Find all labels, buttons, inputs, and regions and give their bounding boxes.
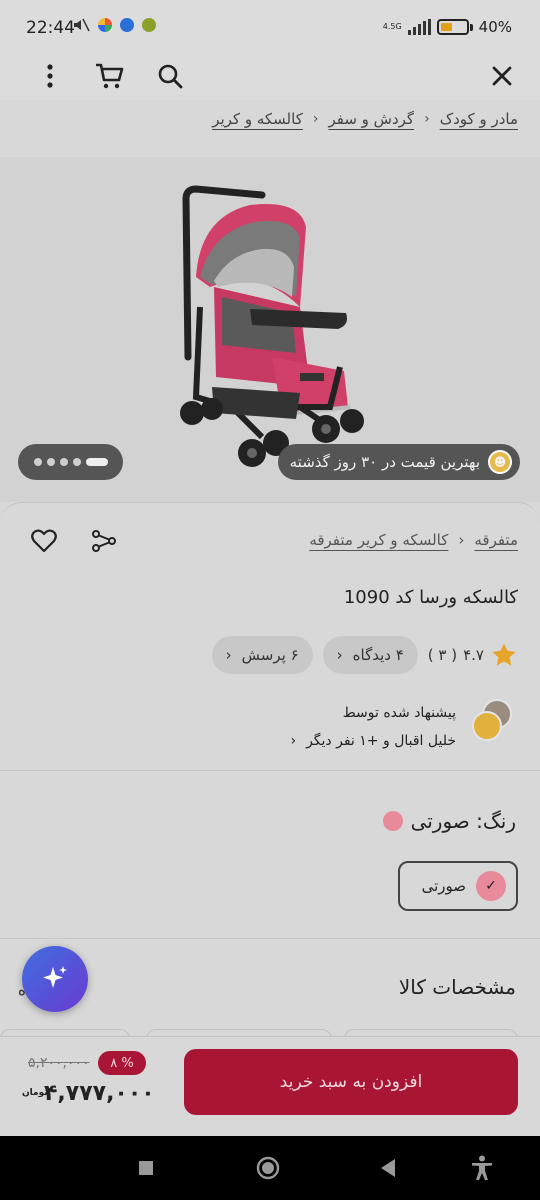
color-label: رنگ: صورتی <box>410 809 516 833</box>
discount-badge: ۸ % <box>98 1051 146 1075</box>
network-label: 4.5G <box>382 22 402 31</box>
best-price-text: بهترین قیمت در ۳۰ روز گذشته <box>289 453 480 471</box>
chevron-left-icon: ‹ <box>458 531 465 549</box>
avatar-stack <box>468 699 512 743</box>
add-to-cart-button[interactable]: افزودن به سبد خرید <box>184 1049 518 1115</box>
category-item[interactable]: کالسکه و کریر متفرقه <box>309 531 448 549</box>
recommend-title: پیشنهاد شده توسط <box>342 705 456 721</box>
square-icon <box>139 1161 153 1175</box>
recommend-text: پیشنهاد شده توسط خلیل اقبال و +۱ نفر دیگ… <box>290 699 456 755</box>
pagination-dot <box>59 458 68 466</box>
chevron-left-icon: ‹ <box>424 111 430 127</box>
breadcrumb-item[interactable]: کالسکه و کریر <box>212 110 303 128</box>
share-button[interactable] <box>88 525 120 557</box>
breadcrumb-item[interactable]: مادر و کودک <box>440 110 518 128</box>
cart-button[interactable] <box>93 60 125 92</box>
gallery-pagination <box>18 444 123 480</box>
more-vertical-icon <box>47 64 53 88</box>
divider <box>0 770 540 771</box>
battery-level: 40% <box>478 18 512 36</box>
price-value: ۴,۷۷۷,۰۰۰ <box>44 1081 155 1106</box>
category-item[interactable]: متفرقه <box>474 531 518 549</box>
share-icon <box>92 530 116 552</box>
questions-chip[interactable]: ۶ پرسش ‹ <box>211 636 313 674</box>
top-toolbar <box>0 50 540 100</box>
heart-icon <box>31 529 57 553</box>
mute-icon <box>74 18 90 32</box>
notification-icons <box>72 17 156 33</box>
status-bar: 22:44 4.5G 40% <box>0 0 540 50</box>
rating-summary[interactable]: ۴.۷ ( ۳ ) <box>428 641 518 669</box>
close-button[interactable] <box>486 60 518 92</box>
questions-chip-label: ۶ پرسش <box>241 646 299 664</box>
chevron-left-icon: ‹ <box>336 646 343 664</box>
accessibility-icon <box>472 1155 492 1180</box>
old-price: ۵,۲۰۰,۰۰۰ <box>28 1055 90 1071</box>
rating-value: ۴.۷ <box>463 646 484 664</box>
currency-label: تومان <box>22 1088 48 1098</box>
app-icon <box>120 18 134 32</box>
pagination-dot <box>46 458 55 466</box>
app-icon <box>142 18 156 32</box>
back-button[interactable] <box>372 1152 404 1184</box>
pagination-dot <box>72 458 81 466</box>
battery-icon <box>436 19 469 35</box>
search-button[interactable] <box>154 60 186 92</box>
star-icon <box>492 643 516 666</box>
chevron-left-icon: ‹ <box>290 733 297 749</box>
pagination-dot-active <box>85 458 108 466</box>
reviews-chip[interactable]: ۴ دیدگاه ‹ <box>322 636 418 674</box>
product-title: کالسکه ورسا کد 1090 <box>343 587 518 608</box>
recommend-subtitle: خلیل اقبال و +۱ نفر دیگر <box>306 733 456 749</box>
color-heading: رنگ: صورتی <box>382 809 516 833</box>
smile-face-icon: ☻ <box>488 450 512 474</box>
close-icon <box>492 66 512 86</box>
avatar <box>472 711 502 741</box>
system-nav-bar <box>0 1136 540 1200</box>
category-breadcrumb: متفرقه ‹ کالسکه و کریر متفرقه <box>309 531 518 549</box>
status-right: 4.5G 40% <box>383 18 512 36</box>
specs-title: مشخصات کالا <box>398 975 516 999</box>
favorite-button[interactable] <box>28 525 60 557</box>
best-price-badge: ☻ بهترین قیمت در ۳۰ روز گذشته <box>277 444 520 480</box>
search-icon <box>158 64 183 89</box>
home-button[interactable] <box>252 1152 284 1184</box>
cart-icon <box>96 63 124 89</box>
ai-assistant-button[interactable] <box>22 946 88 1012</box>
sparkle-icon <box>43 966 67 988</box>
home-circle-icon <box>256 1156 280 1180</box>
pagination-dot <box>33 458 42 466</box>
rating-count: ( ۳ ) <box>427 646 458 664</box>
color-swatch <box>382 811 403 831</box>
breadcrumb: مادر و کودک ‹ گردش و سفر ‹ کالسکه و کریر <box>212 110 518 128</box>
recents-button[interactable] <box>130 1152 162 1184</box>
more-button[interactable] <box>34 60 66 92</box>
recommended-by[interactable]: پیشنهاد شده توسط خلیل اقبال و +۱ نفر دیگ… <box>290 699 512 755</box>
color-option-pink[interactable]: ✓ صورتی <box>398 861 518 911</box>
clock: 22:44 <box>26 18 75 38</box>
check-icon: ✓ <box>476 871 506 901</box>
reviews-chip-label: ۴ دیدگاه <box>352 646 404 664</box>
breadcrumb-item[interactable]: گردش و سفر <box>328 110 414 128</box>
app-icon <box>98 18 112 32</box>
chevron-left-icon: ‹ <box>312 111 319 127</box>
color-option-label: صورتی <box>421 877 466 895</box>
accessibility-button[interactable] <box>466 1152 498 1184</box>
chevron-left-icon: ‹ <box>225 646 232 664</box>
rating-row: ۴.۷ ( ۳ ) ۴ دیدگاه ‹ ۶ پرسش ‹ <box>211 636 518 674</box>
back-triangle-icon <box>381 1159 395 1177</box>
final-price: تومان ۴,۷۷۷,۰۰۰ <box>22 1081 155 1106</box>
buy-bar: افزودن به سبد خرید ۵,۲۰۰,۰۰۰ ۸ % تومان ۴… <box>0 1036 540 1136</box>
signal-icon <box>407 19 431 35</box>
divider <box>0 938 540 939</box>
